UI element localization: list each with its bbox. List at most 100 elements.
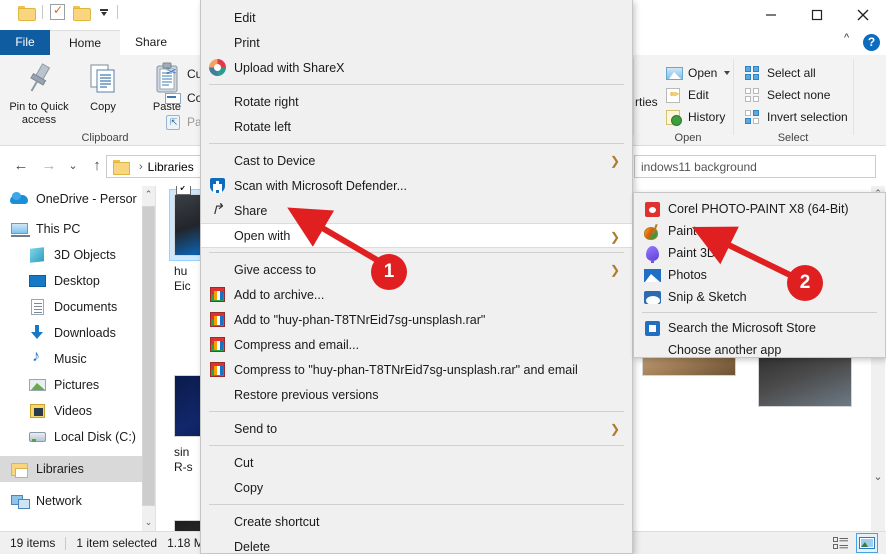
properties-icon[interactable] (50, 3, 65, 20)
3d-objects-icon (28, 246, 48, 264)
menu-item-copy[interactable]: Copy (201, 475, 632, 500)
large-icons-view-button[interactable] (856, 533, 878, 553)
back-button[interactable]: ← (10, 155, 32, 177)
nav-scroll-up-button[interactable]: ⌃ (142, 186, 155, 203)
menu-item-open-with-label: Open with (234, 228, 291, 243)
menu-item-cut-label: Cut (234, 455, 254, 470)
submenu-item-paint3d-label: Paint 3D (668, 246, 716, 260)
nav-item-onedrive[interactable]: OneDrive - Persor (0, 186, 155, 212)
details-view-button[interactable] (830, 533, 852, 553)
nav-item-music[interactable]: Music (0, 346, 155, 372)
maximize-button[interactable] (794, 0, 840, 30)
nav-scroll-down-button[interactable]: ⌄ (142, 514, 155, 531)
close-button[interactable] (840, 0, 886, 30)
nav-item-3d-objects[interactable]: 3D Objects (0, 242, 155, 268)
scissors-icon (165, 66, 182, 83)
ribbon-group-open: rties Open Edit History Open (633, 55, 743, 146)
submenu-item-photos-label: Photos (668, 268, 707, 282)
forward-button[interactable]: → (38, 155, 60, 177)
submenu-item-corel[interactable]: Corel PHOTO-PAINT X8 (64-Bit) (634, 198, 885, 220)
file-checkbox[interactable]: ✓ (176, 186, 191, 195)
winrar-icon (209, 361, 226, 378)
collapse-ribbon-icon[interactable]: ^ (844, 32, 849, 44)
menu-item-compress-and-email[interactable]: Compress and email... (201, 332, 632, 357)
content-scroll-down-button[interactable]: ⌄ (871, 470, 885, 483)
select-none-button[interactable]: Select none (745, 84, 830, 106)
nav-item-downloads[interactable]: Downloads (0, 320, 155, 346)
downloads-icon (28, 324, 48, 342)
menu-item-scan-defender[interactable]: Scan with Microsoft Defender... (201, 173, 632, 198)
pin-to-quick-access-button[interactable]: Pin to Quick access (8, 60, 70, 127)
submenu-item-microsoft-store[interactable]: Search the Microsoft Store (634, 317, 885, 339)
toolbar-divider (42, 5, 43, 19)
menu-item-rotate-left-label: Rotate left (234, 119, 291, 134)
open-icon (666, 65, 683, 82)
menu-item-print[interactable]: Print (201, 30, 632, 55)
navigation-scrollbar[interactable]: ⌃ ⌄ (142, 186, 155, 531)
new-folder-icon[interactable] (73, 5, 91, 21)
menu-item-create-shortcut-label: Create shortcut (234, 514, 320, 529)
tab-file[interactable]: File (0, 30, 50, 55)
submenu-item-choose-another-app[interactable]: Choose another app (634, 339, 885, 361)
menu-item-open-with[interactable]: Open with ❯ (201, 223, 632, 248)
menu-item-send-to[interactable]: Send to ❯ (201, 416, 632, 441)
edit-button[interactable]: Edit (666, 84, 709, 106)
open-button[interactable]: Open (666, 62, 731, 84)
submenu-separator (642, 312, 877, 313)
copy-label: Copy (90, 101, 116, 113)
tab-share[interactable]: Share (120, 30, 182, 55)
edit-icon (666, 87, 683, 104)
menu-item-add-to-rar[interactable]: Add to "huy-phan-T8TNrEid7sg-unsplash.ra… (201, 307, 632, 332)
submenu-item-paint3d[interactable]: Paint 3D (634, 242, 885, 264)
breadcrumb-item-libraries[interactable]: Libraries (148, 160, 194, 174)
menu-item-upload-sharex[interactable]: Upload with ShareX (201, 55, 632, 80)
menu-item-add-to-archive[interactable]: Add to archive... (201, 282, 632, 307)
nav-item-videos[interactable]: Videos (0, 398, 155, 424)
menu-item-restore-previous-versions[interactable]: Restore previous versions (201, 382, 632, 407)
nav-item-onedrive-label: OneDrive - Persor (36, 192, 137, 206)
submenu-item-paint[interactable]: Paint (634, 220, 885, 242)
invert-selection-button[interactable]: Invert selection (745, 106, 848, 128)
select-all-button[interactable]: Select all (745, 62, 816, 84)
menu-item-cast-to-device[interactable]: Cast to Device ❯ (201, 148, 632, 173)
up-button[interactable]: ↑ (86, 155, 108, 177)
nav-item-network-label: Network (36, 494, 82, 508)
menu-item-create-shortcut[interactable]: Create shortcut (201, 509, 632, 534)
menu-item-delete[interactable]: Delete (201, 534, 632, 554)
menu-item-add-to-archive-label: Add to archive... (234, 287, 325, 302)
menu-item-share[interactable]: Share (201, 198, 632, 223)
nav-item-libraries[interactable]: Libraries (0, 456, 155, 482)
copy-button[interactable]: Copy (72, 60, 134, 114)
menu-item-rotate-left[interactable]: Rotate left (201, 114, 632, 139)
search-input[interactable]: indows11 background (634, 155, 876, 178)
nav-item-documents[interactable]: Documents (0, 294, 155, 320)
minimize-button[interactable] (748, 0, 794, 30)
menu-item-edit[interactable]: Edit (201, 5, 632, 30)
menu-item-share-label: Share (234, 203, 268, 218)
menu-separator (209, 411, 624, 412)
folder-icon[interactable] (18, 5, 36, 21)
nav-scroll-thumb[interactable] (142, 206, 155, 506)
nav-item-this-pc[interactable]: This PC (0, 216, 155, 242)
microsoft-store-icon (644, 320, 661, 337)
menu-item-add-to-rar-label: Add to "huy-phan-T8TNrEid7sg-unsplash.ra… (234, 312, 486, 327)
history-button[interactable]: History (666, 106, 725, 128)
help-icon[interactable]: ? (863, 34, 880, 51)
recent-locations-button[interactable]: ⌄ (62, 155, 84, 177)
nav-item-desktop[interactable]: Desktop (0, 268, 155, 294)
chevron-down-icon[interactable] (724, 71, 731, 75)
submenu-item-snip-sketch[interactable]: Snip & Sketch (634, 286, 885, 308)
nav-item-local-disk[interactable]: Local Disk (C:) (0, 424, 155, 450)
menu-item-compress-to-rar-and-email[interactable]: Compress to "huy-phan-T8TNrEid7sg-unspla… (201, 357, 632, 382)
pin-icon (8, 60, 70, 98)
menu-item-give-access-to[interactable]: Give access to ❯ (201, 257, 632, 282)
properties-button-partial[interactable]: rties (635, 95, 658, 109)
submenu-item-photos[interactable]: Photos (634, 264, 885, 286)
menu-item-cut[interactable]: Cut (201, 450, 632, 475)
tab-home[interactable]: Home (50, 30, 120, 55)
nav-item-pictures[interactable]: Pictures (0, 372, 155, 398)
menu-item-rotate-right[interactable]: Rotate right (201, 89, 632, 114)
customize-dropdown-icon[interactable] (98, 5, 110, 19)
nav-item-network[interactable]: Network (0, 488, 155, 514)
this-pc-icon (10, 220, 30, 238)
